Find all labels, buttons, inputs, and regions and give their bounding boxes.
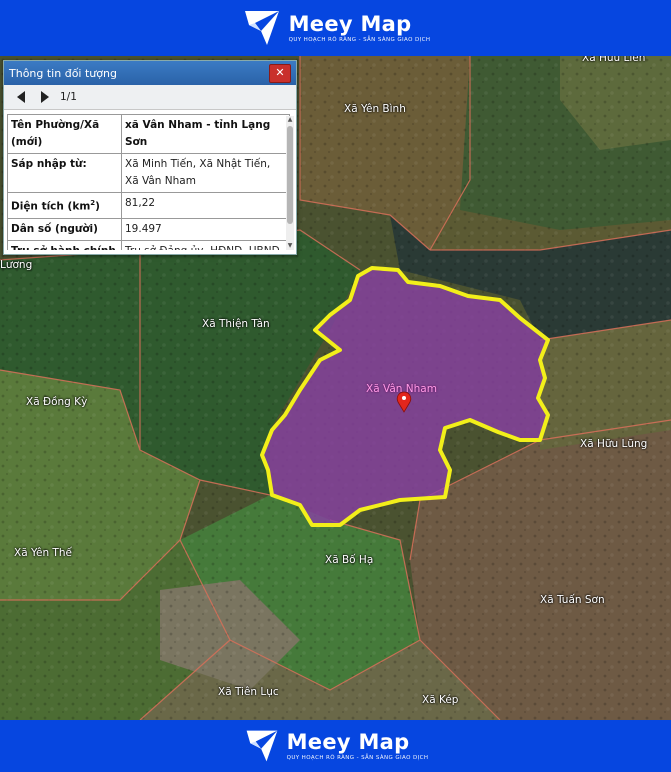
attribute-key: Trụ sở hành chính (mới)	[7, 239, 122, 250]
panel-scrollbar[interactable]: ▲ ▼	[286, 116, 294, 250]
page-indicator: 1/1	[60, 91, 77, 103]
table-row: Tên Phường/Xã (mới) xã Vân Nham - tỉnh L…	[7, 114, 290, 154]
scroll-thumb[interactable]	[287, 126, 293, 224]
place-label-van-nham: Xã Vân Nham	[366, 383, 437, 395]
attribute-value: xã Vân Nham - tỉnh Lạng Sơn	[121, 114, 290, 154]
panel-pager: 1/1	[4, 85, 296, 110]
next-button[interactable]	[38, 89, 52, 105]
place-label-yen-binh: Xã Yên Bình	[344, 103, 406, 115]
table-row: Dân số (người) 19.497	[7, 217, 290, 241]
area-key-label: Diện tích (km	[11, 200, 91, 213]
place-label-kep: Xã Kép	[422, 694, 459, 706]
place-label-thien-tan: Xã Thiện Tân	[202, 318, 270, 330]
attribute-value: 81,22	[121, 192, 290, 219]
place-label-bo-ha: Xã Bố Hạ	[325, 554, 374, 566]
attribute-table: Tên Phường/Xã (mới) xã Vân Nham - tỉnh L…	[7, 114, 290, 250]
caret-left-icon	[17, 91, 25, 103]
attribute-value: Trụ sở Đảng ủy, HĐND, UBND xã Minh Tiến	[121, 239, 290, 250]
scroll-up-icon[interactable]: ▲	[286, 116, 294, 124]
table-row: Trụ sở hành chính (mới) Trụ sở Đảng ủy, …	[7, 239, 290, 250]
brand-name: Meey Map	[286, 730, 410, 754]
place-label-tuan-son: Xã Tuấn Sơn	[540, 594, 605, 606]
attribute-table-container[interactable]: Tên Phường/Xã (mới) xã Vân Nham - tỉnh L…	[7, 114, 290, 250]
meey-logo-icon	[244, 11, 279, 45]
brand-tagline: QUY HOẠCH RÕ RÀNG - SẴN SÀNG GIAO DỊCH	[286, 755, 429, 761]
meey-logo-icon	[246, 730, 277, 762]
place-label-dong-ky: Xã Đồng Kỳ	[26, 396, 88, 408]
attribute-value: 19.497	[121, 217, 290, 241]
place-label-tien-luc: Xã Tiên Lục	[218, 686, 279, 698]
feature-info-panel: Thông tin đối tượng ✕ 1/1 Tên Phường/Xã …	[3, 60, 297, 255]
caret-right-icon	[41, 91, 49, 103]
place-label-luong: Lương	[0, 259, 33, 271]
brand-name: Meey Map	[288, 12, 412, 36]
attribute-value: Xã Minh Tiến, Xã Nhật Tiến, Xã Vân Nham	[121, 153, 290, 193]
panel-title: Thông tin đối tượng	[9, 66, 117, 80]
scroll-down-icon[interactable]: ▼	[286, 242, 294, 250]
place-label-huu-lung: Xã Hữu Lũng	[580, 438, 648, 450]
area-key-suffix: )	[95, 200, 100, 213]
attribute-key: Diện tích (km2)	[7, 192, 122, 219]
place-label-huu-lien: Xã Hữu Liên	[582, 56, 646, 64]
place-label-yen-the: Xã Yên Thế	[14, 547, 72, 559]
table-row: Sáp nhập từ: Xã Minh Tiến, Xã Nhật Tiến,…	[7, 153, 290, 193]
attribute-key: Sáp nhập từ:	[7, 153, 122, 193]
close-button[interactable]: ✕	[269, 64, 291, 83]
top-banner: Meey Map QUY HOẠCH RÕ RÀNG - SẴN SÀNG GI…	[0, 0, 671, 56]
attribute-key: Dân số (người)	[7, 217, 122, 241]
previous-button[interactable]	[14, 89, 28, 105]
brand-tagline: QUY HOẠCH RÕ RÀNG - SẴN SÀNG GIAO DỊCH	[288, 37, 431, 43]
brand-logo-bottom[interactable]: Meey Map QUY HOẠCH RÕ RÀNG - SẴN SÀNG GI…	[243, 727, 429, 765]
bottom-banner: Meey Map QUY HOẠCH RÕ RÀNG - SẴN SÀNG GI…	[0, 720, 671, 772]
brand-logo[interactable]: Meey Map QUY HOẠCH RÕ RÀNG - SẴN SÀNG GI…	[241, 7, 431, 49]
panel-header: Thông tin đối tượng ✕	[4, 61, 296, 85]
table-row: Diện tích (km2) 81,22	[7, 192, 290, 219]
attribute-key: Tên Phường/Xã (mới)	[7, 114, 122, 154]
